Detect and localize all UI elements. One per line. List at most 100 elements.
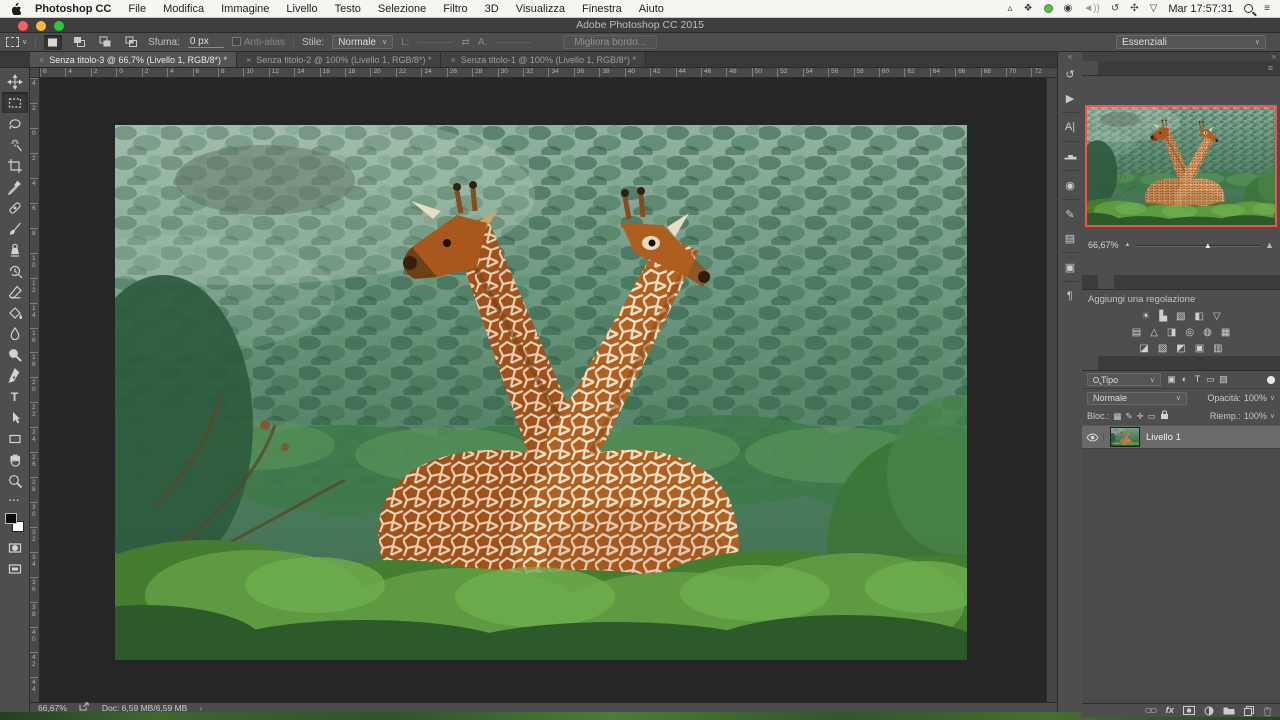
width-input[interactable] — [417, 42, 453, 43]
adjustment-icon[interactable]: ◪ — [1139, 343, 1148, 354]
panel-tab[interactable] — [1082, 356, 1098, 370]
time-machine-icon[interactable]: ↺ — [1111, 3, 1119, 14]
opacity-control[interactable]: Opacità:100%∨ — [1207, 393, 1275, 403]
blend-mode-select[interactable]: Normale∨ — [1087, 392, 1187, 405]
layer-filter-icon[interactable]: ▨ — [1217, 374, 1230, 385]
menu-item[interactable]: Livello — [286, 3, 317, 15]
edit-toolbar-button[interactable]: ... — [2, 491, 28, 505]
character-panel-icon[interactable]: A| — [1058, 115, 1083, 139]
panel-tab[interactable] — [1082, 275, 1098, 289]
zoom-level-field[interactable]: 66,67% — [38, 703, 67, 713]
new-group-icon[interactable] — [1223, 706, 1235, 715]
layer-filter-icon[interactable]: ▭ — [1204, 374, 1217, 385]
collapse-panels-icon[interactable]: » — [1082, 52, 1280, 61]
document-tab[interactable]: ×Senza titolo-3 @ 66,7% (Livello 1, RGB/… — [30, 52, 237, 67]
pen-tool[interactable] — [2, 365, 28, 386]
path-selection-tool[interactable] — [2, 407, 28, 428]
add-to-selection-button[interactable] — [70, 35, 88, 50]
style-select[interactable]: Normale∨ — [332, 35, 393, 49]
workspace-select[interactable]: Essenziali∨ — [1116, 35, 1266, 49]
info-panel-icon[interactable]: ◉ — [1058, 173, 1083, 197]
menu-item[interactable]: Testo — [335, 3, 361, 15]
navigator-zoom-slider[interactable]: ▲ — [1136, 240, 1259, 250]
spotlight-icon[interactable] — [1244, 4, 1253, 13]
document-size-info[interactable]: Doc: 6,59 MB/6,59 MB — [102, 703, 188, 713]
expand-panels-icon[interactable]: « — [1068, 52, 1072, 62]
blur-tool[interactable] — [2, 323, 28, 344]
layer-filter-icon[interactable]: ▣ — [1165, 374, 1178, 385]
clone-stamp-tool[interactable] — [2, 239, 28, 260]
tool-presets-panel-icon[interactable]: ▤ — [1058, 226, 1083, 250]
new-selection-button[interactable] — [44, 35, 62, 50]
menubar-extra-icon[interactable]: ▽ — [1150, 3, 1158, 14]
panel-tab[interactable] — [1098, 275, 1114, 289]
document-tab[interactable]: ×Senza titolo-2 @ 100% (Livello 1, RGB/8… — [237, 52, 441, 67]
menu-item[interactable]: Selezione — [378, 3, 426, 15]
panel-tab[interactable] — [1098, 356, 1114, 370]
type-tool[interactable]: T — [2, 386, 28, 407]
menu-clock[interactable]: Mar 17:57:31 — [1168, 3, 1233, 15]
eyedropper-tool[interactable] — [2, 176, 28, 197]
adjustment-icon[interactable]: ☀ — [1141, 311, 1150, 322]
history-panel-icon[interactable]: ↺ — [1058, 62, 1083, 86]
layer-row[interactable]: Livello 1 — [1082, 425, 1280, 449]
navigator-preview[interactable] — [1087, 107, 1275, 225]
antialias-checkbox[interactable]: Anti-alias — [232, 37, 285, 48]
menu-item[interactable]: Photoshop CC — [35, 3, 111, 15]
close-icon[interactable]: × — [450, 55, 455, 65]
dropbox-icon[interactable]: ❖ — [1024, 3, 1033, 14]
swap-dimensions-icon[interactable]: ⇄ — [461, 37, 469, 48]
clone-source-panel-icon[interactable]: ▣ — [1058, 255, 1083, 279]
layer-filter-icon[interactable]: T — [1191, 374, 1204, 385]
panel-tab[interactable] — [1114, 61, 1130, 75]
adjustment-icon[interactable]: ◎ — [1185, 327, 1194, 338]
layer-style-fx-icon[interactable]: fx — [1166, 705, 1174, 716]
adjustment-icon[interactable]: ◧ — [1194, 311, 1203, 322]
brush-presets-panel-icon[interactable]: ✎ — [1058, 202, 1083, 226]
adjustment-icon[interactable]: ◍ — [1203, 327, 1212, 338]
panel-tab[interactable] — [1114, 275, 1130, 289]
keyboard-icon[interactable]: ✣ — [1130, 3, 1138, 14]
new-adjustment-layer-icon[interactable] — [1204, 706, 1214, 716]
menu-item[interactable]: Modifica — [163, 3, 204, 15]
layer-filter-select[interactable]: Tipo∨ — [1087, 373, 1161, 386]
panel-tab[interactable] — [1082, 61, 1098, 75]
height-input[interactable] — [495, 42, 531, 43]
close-icon[interactable]: × — [39, 55, 44, 65]
ruler-origin-box[interactable] — [30, 68, 40, 78]
refine-edge-button[interactable]: Migliora bordo... — [563, 35, 657, 49]
filter-toggle-icon[interactable] — [1267, 376, 1275, 384]
lock-artboard-icon[interactable]: ▭ — [1148, 411, 1156, 422]
intersect-selection-button[interactable] — [122, 35, 140, 50]
magic-wand-tool[interactable] — [2, 134, 28, 155]
canvas-document[interactable] — [115, 125, 967, 660]
rectangle-shape-tool[interactable] — [2, 428, 28, 449]
add-layer-mask-icon[interactable] — [1183, 706, 1195, 715]
adjustment-icon[interactable]: ▣ — [1195, 343, 1204, 354]
subtract-from-selection-button[interactable] — [96, 35, 114, 50]
layer-visibility-eye-icon[interactable] — [1082, 433, 1104, 442]
adjustment-icon[interactable]: ▙ — [1159, 311, 1167, 322]
status-dot-icon[interactable] — [1044, 4, 1053, 13]
lock-position-icon[interactable]: ✛ — [1137, 411, 1144, 422]
layer-name[interactable]: Livello 1 — [1146, 432, 1181, 443]
feather-input[interactable]: 0 px — [188, 36, 224, 48]
eraser-tool[interactable] — [2, 281, 28, 302]
adjustment-icon[interactable]: ▦ — [1221, 327, 1230, 338]
history-brush-tool[interactable] — [2, 260, 28, 281]
close-icon[interactable]: × — [246, 55, 251, 65]
quick-mask-button[interactable] — [2, 537, 28, 558]
notification-center-icon[interactable]: ≡ — [1264, 3, 1270, 14]
lock-all-icon[interactable] — [1160, 410, 1169, 422]
menu-item[interactable]: Immagine — [221, 3, 269, 15]
menu-item[interactable]: Finestra — [582, 3, 622, 15]
foreground-color-swatch[interactable] — [5, 513, 17, 524]
adjustment-icon[interactable]: △ — [1150, 327, 1158, 338]
crop-tool[interactable] — [2, 155, 28, 176]
link-layers-icon[interactable] — [1145, 707, 1157, 714]
spot-healing-brush-tool[interactable] — [2, 197, 28, 218]
vertical-scrollbar[interactable] — [1046, 78, 1057, 702]
adjustment-icon[interactable]: ◩ — [1176, 343, 1185, 354]
zoom-tool[interactable] — [2, 470, 28, 491]
drive-icon[interactable]: ▵ — [1008, 3, 1013, 14]
